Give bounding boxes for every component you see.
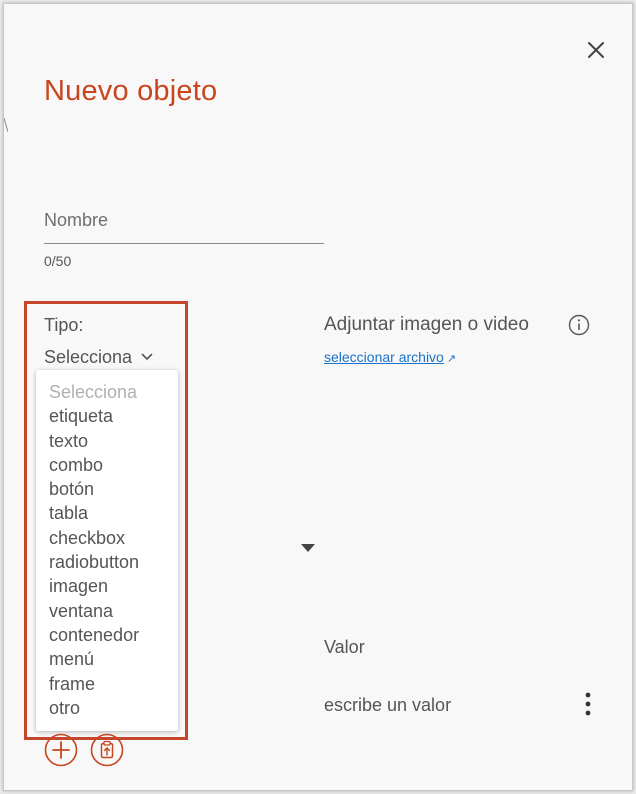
tipo-option-checkbox[interactable]: checkbox: [36, 526, 178, 550]
tipo-label: Tipo:: [44, 315, 84, 335]
more-vertical-icon[interactable]: [578, 690, 598, 718]
tipo-selected-value: Selecciona: [44, 346, 133, 367]
info-icon[interactable]: [568, 314, 590, 336]
edge-fragment: [4, 118, 8, 132]
tipo-option-tabla[interactable]: tabla: [36, 501, 178, 525]
valor-input[interactable]: [324, 692, 554, 718]
tipo-select[interactable]: Selecciona: [44, 345, 153, 369]
tipo-option-etiqueta[interactable]: etiqueta: [36, 404, 178, 428]
tipo-option-otro[interactable]: otro: [36, 696, 178, 720]
tipo-option-boton[interactable]: botón: [36, 477, 178, 501]
chevron-down-icon: [141, 353, 153, 361]
clipboard-upload-icon[interactable]: [90, 733, 124, 767]
close-icon[interactable]: [582, 36, 610, 64]
attachment-label: Adjuntar imagen o video: [324, 314, 529, 335]
external-link-icon: ↗: [446, 353, 457, 365]
tipo-option-frame[interactable]: frame: [36, 672, 178, 696]
tipo-option-radiobutton[interactable]: radiobutton: [36, 550, 178, 574]
dialog-title: Nuevo objeto: [44, 75, 218, 107]
tipo-option-placeholder[interactable]: Selecciona: [36, 380, 178, 404]
tipo-option-ventana[interactable]: ventana: [36, 599, 178, 623]
valor-label: Valor: [324, 637, 365, 657]
tipo-dropdown-list: Selecciona etiqueta texto combo botón ta…: [36, 370, 178, 731]
tipo-option-texto[interactable]: texto: [36, 429, 178, 453]
tipo-option-contenedor[interactable]: contenedor: [36, 623, 178, 647]
select-file-link-text: seleccionar archivo: [324, 349, 444, 365]
name-input[interactable]: [44, 200, 324, 240]
select-file-link[interactable]: seleccionar archivo ↗: [324, 349, 456, 365]
tipo-option-imagen[interactable]: imagen: [36, 574, 178, 598]
plus-circle-icon[interactable]: [44, 733, 78, 767]
name-field[interactable]: [44, 200, 324, 244]
new-object-dialog: Nuevo objeto 0/50 Tipo: Selecciona Selec…: [3, 3, 633, 791]
name-char-counter: 0/50: [44, 253, 72, 269]
tipo-option-combo[interactable]: combo: [36, 453, 178, 477]
tipo-option-menu[interactable]: menú: [36, 647, 178, 671]
caret-down-icon[interactable]: [301, 544, 315, 552]
